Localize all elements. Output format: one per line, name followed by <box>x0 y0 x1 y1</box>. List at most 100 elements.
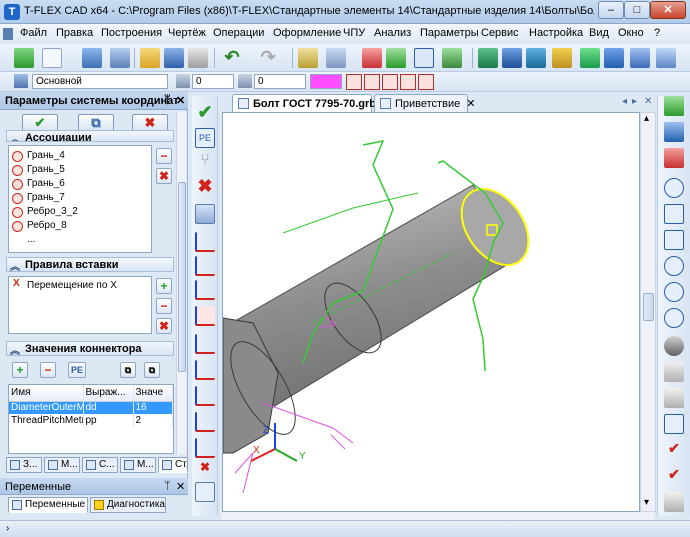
insert-rules-list[interactable]: X Перемещение по X <box>8 276 152 334</box>
snap-icon[interactable] <box>386 48 406 68</box>
connector-values-table[interactable]: Имя Выраж... Значе DiameterOuterMetric d… <box>8 384 174 454</box>
scrollbar-thumb[interactable] <box>643 293 654 321</box>
axis-tool-8-icon[interactable] <box>195 412 215 432</box>
zoom-window-icon[interactable] <box>664 204 684 224</box>
rotate-icon[interactable] <box>502 48 522 68</box>
delete-association-button[interactable]: ✖ <box>156 168 172 184</box>
tab-close-icon[interactable]: ✕ <box>466 98 475 110</box>
filter-icon-2[interactable] <box>364 74 380 90</box>
menu-file[interactable]: Файл <box>20 27 47 39</box>
scrollbar-thumb[interactable] <box>178 182 186 372</box>
axis-tool-5-icon[interactable] <box>195 334 215 354</box>
workplane-icon[interactable] <box>442 48 462 68</box>
chamfer-icon[interactable] <box>604 48 624 68</box>
remove-icon[interactable]: ✖ <box>195 460 215 480</box>
delete-rule-button[interactable]: ✖ <box>156 318 172 334</box>
menu-view[interactable]: Вид <box>589 27 609 39</box>
list-item[interactable]: Грань_7 <box>12 192 65 205</box>
model-view[interactable]: X Y Z <box>223 113 640 512</box>
tab-bolt-document[interactable]: Болт ГОСТ 7795-70.grb✕ <box>232 94 391 112</box>
fit-view-icon[interactable] <box>664 230 684 250</box>
fillet-icon[interactable] <box>580 48 600 68</box>
pin-icon[interactable]: ᛘ <box>164 480 171 492</box>
zoom-icon[interactable] <box>664 178 684 198</box>
list-item[interactable]: X Перемещение по X <box>12 278 117 293</box>
insert-rules-header[interactable]: ︽ Правила вставки <box>6 257 174 273</box>
menu-analysis[interactable]: Анализ <box>374 27 411 39</box>
check-red-icon[interactable]: ✔ <box>664 440 684 460</box>
horizontal-scrollbar[interactable] <box>222 512 654 520</box>
scroll-up-icon[interactable]: ▴ <box>644 113 649 124</box>
tab-4[interactable]: М... <box>120 457 156 473</box>
tab-welcome[interactable]: Приветствие ✕ <box>374 94 475 112</box>
magnet-icon[interactable] <box>362 48 382 68</box>
more-tools-icon[interactable] <box>656 48 676 68</box>
list-item[interactable]: Ребро_8 <box>12 220 67 233</box>
axis-tool-2-icon[interactable] <box>195 256 215 276</box>
level-field[interactable]: 0 <box>192 74 234 89</box>
scroll-tabs-right-icon[interactable]: ▸ <box>632 96 637 107</box>
pencil-icon[interactable] <box>298 48 318 68</box>
zoom-out-icon[interactable] <box>664 282 684 302</box>
render-icon[interactable] <box>664 96 684 116</box>
axis-tool-6-icon[interactable] <box>195 360 215 380</box>
menu-construct[interactable]: Построения <box>101 27 162 39</box>
menu-operations[interactable]: Операции <box>213 27 264 39</box>
grid-icon[interactable] <box>664 414 684 434</box>
column-header[interactable]: Значе <box>133 385 173 402</box>
filter-icon-4[interactable] <box>400 74 416 90</box>
column-header[interactable]: Имя <box>9 385 84 402</box>
maximize-button[interactable]: □ <box>624 1 650 19</box>
tab-3[interactable]: С... <box>82 457 118 473</box>
model-icon[interactable] <box>110 48 130 68</box>
filter-icon-5[interactable] <box>418 74 434 90</box>
menu-edit[interactable]: Правка <box>56 27 93 39</box>
axis-tool-3-icon[interactable] <box>195 280 215 300</box>
panel-close-icon[interactable]: ✕ <box>176 94 185 107</box>
filter-icon-3[interactable] <box>382 74 398 90</box>
new-3d-icon[interactable] <box>82 48 102 68</box>
viewport-scrollbar[interactable]: ▴ ▾ <box>640 112 656 512</box>
menu-help[interactable]: ? <box>654 27 660 39</box>
close-button[interactable]: ✕ <box>650 1 686 19</box>
zoom-previous-icon[interactable] <box>664 308 684 328</box>
expression-button[interactable]: PE <box>68 362 86 378</box>
apply-icon[interactable] <box>14 48 34 68</box>
boolean-icon[interactable] <box>552 48 572 68</box>
list-item[interactable]: ... <box>12 234 35 247</box>
priority-field[interactable]: 0 <box>254 74 306 89</box>
minimize-button[interactable]: – <box>598 1 624 19</box>
table-row[interactable]: ThreadPitchMetric pp 2 <box>9 414 173 427</box>
list-item[interactable]: Грань_6 <box>12 178 65 191</box>
paste-button[interactable]: ⧉ <box>144 362 160 378</box>
filter-icon-1[interactable] <box>346 74 362 90</box>
coordinate-system-icon[interactable] <box>414 48 434 68</box>
scroll-down-icon[interactable]: ▾ <box>644 497 649 508</box>
axis-tool-4-icon[interactable] <box>195 306 215 326</box>
menu-parameters[interactable]: Параметры <box>420 27 479 39</box>
app-icon[interactable]: T <box>4 4 20 20</box>
parameters-icon[interactable]: PE <box>195 128 215 148</box>
list-item[interactable]: Грань_4 <box>12 150 65 163</box>
select-icon[interactable] <box>326 48 346 68</box>
list-item[interactable]: Ребро_3_2 <box>12 206 78 219</box>
column-header[interactable]: Выраж... <box>83 385 134 402</box>
redo-icon[interactable]: ↷ <box>258 48 278 68</box>
menu-settings[interactable]: Настройка <box>529 27 583 39</box>
menu-window[interactable]: Окно <box>618 27 644 39</box>
glasses-icon[interactable] <box>664 336 684 356</box>
panel-close-icon[interactable]: ✕ <box>176 480 185 493</box>
copy-button[interactable]: ⧉ <box>120 362 136 378</box>
close-all-tabs-icon[interactable]: ✕ <box>644 96 652 107</box>
panel-scrollbar[interactable] <box>176 112 186 454</box>
list-item[interactable]: Грань_5 <box>12 164 65 177</box>
add-rule-button[interactable]: + <box>156 278 172 294</box>
check-list-icon[interactable]: ✔ <box>664 466 684 486</box>
tab-diagnostics[interactable]: Диагностика <box>90 497 166 513</box>
menu-cnc[interactable]: ЧПУ <box>343 27 365 39</box>
extrude-icon[interactable] <box>478 48 498 68</box>
tab-1[interactable]: З... <box>6 457 42 473</box>
connector-values-header[interactable]: ︽ Значения коннектора <box>6 341 174 357</box>
menu-drawing[interactable]: Чертёж <box>168 27 206 39</box>
tab-variables[interactable]: Переменные <box>8 497 88 513</box>
